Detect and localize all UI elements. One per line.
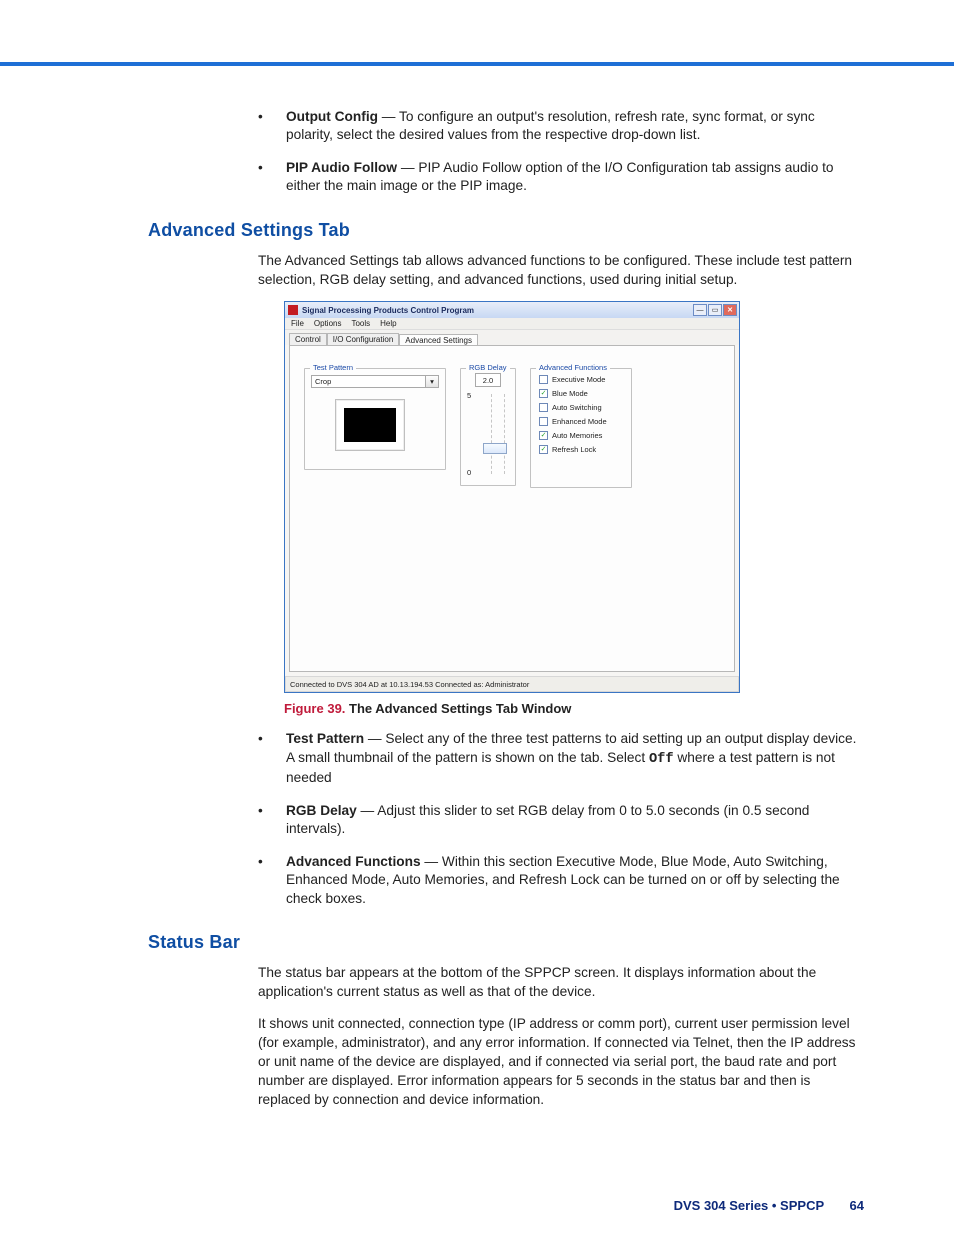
window-title: Signal Processing Products Control Progr… — [302, 306, 693, 315]
menu-tools[interactable]: Tools — [351, 319, 370, 328]
minimize-button[interactable]: — — [693, 304, 707, 316]
figure-title: The Advanced Settings Tab Window — [349, 701, 571, 716]
checkbox-label: Refresh Lock — [552, 446, 596, 454]
rgb-slider-track[interactable] — [491, 394, 505, 474]
mono-text: Off — [649, 752, 674, 767]
group-advanced-functions: Advanced Functions Executive Mode ✓Blue … — [530, 368, 632, 488]
group-rgb-delay: RGB Delay 2.0 5 0 — [460, 368, 516, 486]
checkbox-label: Auto Memories — [552, 432, 602, 440]
checkbox-auto-switching[interactable] — [539, 403, 548, 412]
checkbox-blue-mode[interactable]: ✓ — [539, 389, 548, 398]
combo-value: Crop — [315, 377, 331, 386]
heading-status-bar: Status Bar — [148, 932, 864, 953]
checkbox-label: Auto Switching — [552, 404, 602, 412]
advanced-intro: The Advanced Settings tab allows advance… — [258, 251, 864, 289]
statusbar-p2: It shows unit connected, connection type… — [258, 1014, 864, 1110]
term: PIP Audio Follow — [286, 160, 397, 175]
tab-control[interactable]: Control — [289, 333, 327, 345]
checkbox-enhanced-mode[interactable] — [539, 417, 548, 426]
menu-help[interactable]: Help — [380, 319, 396, 328]
footer-section: DVS 304 Series • SPPCP — [674, 1198, 824, 1213]
chevron-down-icon: ▾ — [425, 376, 438, 387]
checkbox-auto-memories[interactable]: ✓ — [539, 431, 548, 440]
bullet-output-config: • Output Config — To configure an output… — [258, 108, 864, 145]
statusbar-p1: The status bar appears at the bottom of … — [258, 963, 864, 1001]
test-pattern-thumbnail — [335, 399, 405, 451]
term: Output Config — [286, 109, 378, 124]
maximize-button[interactable]: ▭ — [708, 304, 722, 316]
menu-options[interactable]: Options — [314, 319, 342, 328]
rgb-slider-handle[interactable] — [483, 443, 507, 454]
bullet-pip-audio-follow: • PIP Audio Follow — PIP Audio Follow op… — [258, 159, 864, 196]
status-bar: Connected to DVS 304 AD at 10.13.194.53 … — [285, 676, 739, 692]
bullet-rgb-delay: • RGB Delay — Adjust this slider to set … — [258, 802, 864, 839]
rgb-delay-value: 2.0 — [475, 373, 501, 387]
bullet-test-pattern: • Test Pattern — Select any of the three… — [258, 730, 864, 787]
test-pattern-select[interactable]: Crop ▾ — [311, 375, 439, 388]
page-number: 64 — [850, 1198, 864, 1213]
heading-advanced-settings: Advanced Settings Tab — [148, 220, 864, 241]
rgb-max-label: 5 — [467, 391, 471, 400]
checkbox-refresh-lock[interactable]: ✓ — [539, 445, 548, 454]
group-legend: Test Pattern — [310, 363, 356, 372]
app-window: Signal Processing Products Control Progr… — [284, 301, 740, 693]
bullet-advanced-functions: • Advanced Functions — Within this secti… — [258, 853, 864, 908]
term: Advanced Functions — [286, 854, 421, 869]
group-legend: Advanced Functions — [536, 363, 610, 372]
checkbox-label: Blue Mode — [552, 390, 588, 398]
rgb-min-label: 0 — [467, 468, 471, 477]
checkbox-label: Enhanced Mode — [552, 418, 607, 426]
close-button[interactable]: ✕ — [723, 304, 737, 316]
checkbox-executive-mode[interactable] — [539, 375, 548, 384]
checkbox-label: Executive Mode — [552, 376, 605, 384]
term: RGB Delay — [286, 803, 357, 818]
bullet-text: — Adjust this slider to set RGB delay fr… — [286, 803, 809, 836]
group-test-pattern: Test Pattern Crop ▾ — [304, 368, 446, 470]
term: Test Pattern — [286, 731, 364, 746]
tab-io-configuration[interactable]: I/O Configuration — [327, 333, 399, 345]
figure-number: Figure 39. — [284, 701, 345, 716]
group-legend: RGB Delay — [466, 363, 510, 372]
menu-file[interactable]: File — [291, 319, 304, 328]
app-icon — [288, 305, 298, 315]
